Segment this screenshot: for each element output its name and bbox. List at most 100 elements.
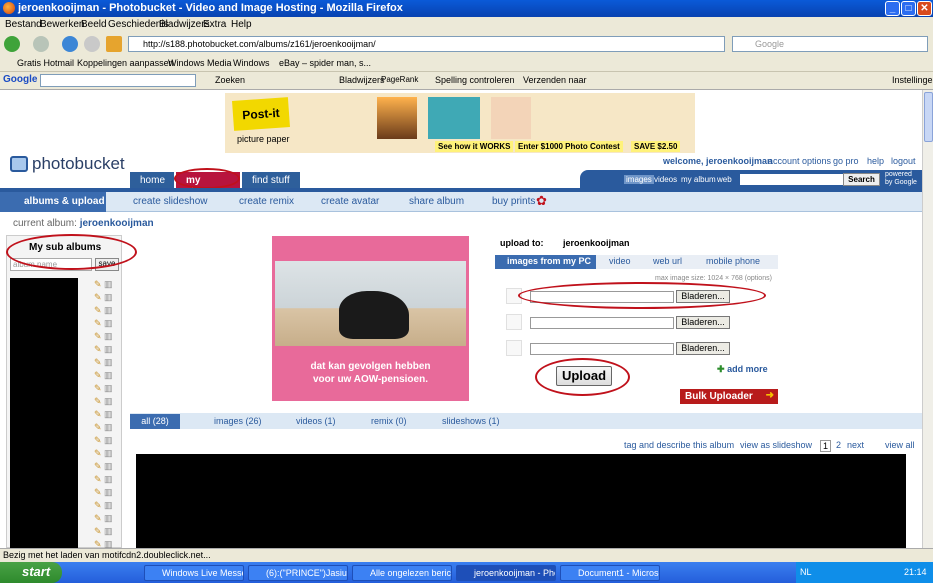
ad-cta-save[interactable]: SAVE $2.50	[631, 141, 681, 152]
verzenden-button[interactable]: Verzenden naar	[523, 75, 587, 85]
bookmark-item[interactable]: Windows	[233, 58, 270, 68]
add-more-link[interactable]: ✚ add more	[717, 364, 768, 375]
spelling-button[interactable]: Spelling controleren	[435, 75, 515, 85]
task-word[interactable]: Document1 - Microsof...	[560, 565, 660, 581]
tab-slideshows[interactable]: slideshows (1)	[442, 416, 500, 426]
edit-pencil-icon[interactable]: ✎	[94, 318, 102, 328]
zoeken-button[interactable]: Zoeken	[215, 75, 245, 85]
bookmark-item[interactable]: Koppelingen aanpassen	[77, 58, 174, 68]
trash-icon[interactable]: ▥	[102, 357, 113, 367]
edit-pencil-icon[interactable]: ✎	[94, 279, 102, 289]
trash-icon[interactable]: ▥	[102, 539, 113, 548]
subnav-create-avatar[interactable]: create avatar	[321, 196, 379, 207]
address-bar[interactable]: http://s188.photobucket.com/albums/z161/…	[128, 36, 725, 52]
tab-remix[interactable]: remix (0)	[371, 416, 407, 426]
tab-videos[interactable]: videos (1)	[296, 416, 336, 426]
menu-bewerken[interactable]: Bewerken	[40, 19, 84, 30]
link-help[interactable]: help	[867, 156, 884, 166]
bulk-uploader-button[interactable]: Bulk Uploader ➜	[680, 389, 778, 404]
scope-videos[interactable]: videos	[654, 175, 677, 184]
bookmark-item[interactable]: Windows Media	[168, 58, 232, 68]
menu-bestand[interactable]: Bestand	[5, 19, 42, 30]
menu-bladwijzers[interactable]: Bladwijzers	[159, 19, 210, 30]
ad-banner[interactable]: Post-it picture paper See how it WORKS E…	[225, 93, 695, 153]
subnav-create-remix[interactable]: create remix	[239, 196, 294, 207]
trash-icon[interactable]: ▥	[102, 474, 113, 484]
forward-icon[interactable]	[33, 36, 49, 52]
next-link[interactable]: next	[847, 440, 864, 450]
trash-icon[interactable]: ▥	[102, 370, 113, 380]
vertical-scrollbar[interactable]	[922, 90, 933, 548]
trash-icon[interactable]: ▥	[102, 292, 113, 302]
trash-icon[interactable]: ▥	[102, 331, 113, 341]
edit-pencil-icon[interactable]: ✎	[94, 526, 102, 536]
tab-mobile-phone[interactable]: mobile phone	[706, 256, 760, 266]
edit-pencil-icon[interactable]: ✎	[94, 474, 102, 484]
task-messenger[interactable]: Windows Live Messen...	[144, 565, 244, 581]
pb-search-input[interactable]	[740, 174, 843, 185]
photobucket-logo[interactable]: photobucket	[10, 152, 130, 176]
trash-icon[interactable]: ▥	[102, 279, 113, 289]
trash-icon[interactable]: ▥	[102, 513, 113, 523]
current-album-name[interactable]: jeroenkooijman	[80, 218, 154, 229]
tab-images-from-pc[interactable]: images from my PC	[495, 255, 596, 269]
edit-pencil-icon[interactable]: ✎	[94, 292, 102, 302]
trash-icon[interactable]: ▥	[102, 305, 113, 315]
trash-icon[interactable]: ▥	[102, 422, 113, 432]
link-account-options[interactable]: account options	[768, 156, 831, 166]
tag-describe-link[interactable]: tag and describe this album	[624, 440, 734, 450]
ad-cta-contest[interactable]: Enter $1000 Photo Contest	[515, 141, 623, 152]
edit-pencil-icon[interactable]: ✎	[94, 409, 102, 419]
tab-all[interactable]: all (28)	[130, 414, 180, 429]
maximize-button[interactable]: □	[901, 1, 916, 16]
task-firefox[interactable]: jeroenkooijman - Pho...	[456, 565, 556, 581]
trash-icon[interactable]: ▥	[102, 461, 113, 471]
file-input-2[interactable]	[530, 317, 674, 329]
instellingen-button[interactable]: Instellingen	[892, 75, 933, 85]
edit-pencil-icon[interactable]: ✎	[94, 396, 102, 406]
subnav-buy-prints[interactable]: buy prints	[492, 196, 535, 207]
task-prince[interactable]: (6):("PRINCE")Jasiu K...	[248, 565, 348, 581]
subnav-albums-upload[interactable]: albums & upload	[24, 196, 105, 207]
search-button[interactable]: Search	[843, 173, 880, 186]
link-go-pro[interactable]: go pro	[833, 156, 859, 166]
ad-cta-works[interactable]: See how it WORKS	[435, 141, 514, 152]
edit-pencil-icon[interactable]: ✎	[94, 461, 102, 471]
trash-icon[interactable]: ▥	[102, 526, 113, 536]
search-box[interactable]: Google	[732, 36, 928, 52]
trash-icon[interactable]: ▥	[102, 409, 113, 419]
edit-pencil-icon[interactable]: ✎	[94, 487, 102, 497]
language-indicator[interactable]: NL	[800, 567, 812, 577]
page-2[interactable]: 2	[836, 440, 841, 450]
scope-images[interactable]: images	[624, 175, 654, 184]
link-logout[interactable]: logout	[891, 156, 916, 166]
trash-icon[interactable]: ▥	[102, 318, 113, 328]
tab-web-url[interactable]: web url	[653, 256, 682, 266]
bookmark-item[interactable]: eBay – spider man, s...	[279, 58, 371, 68]
tab-find-stuff[interactable]: find stuff	[242, 172, 300, 189]
edit-pencil-icon[interactable]: ✎	[94, 500, 102, 510]
subnav-create-slideshow[interactable]: create slideshow	[133, 196, 207, 207]
browse-button-2[interactable]: Bladeren...	[676, 316, 730, 329]
edit-pencil-icon[interactable]: ✎	[94, 513, 102, 523]
bladwijzers-button[interactable]: Bladwijzers	[339, 75, 385, 85]
tab-video[interactable]: video	[609, 256, 631, 266]
trash-icon[interactable]: ▥	[102, 344, 113, 354]
tab-home[interactable]: home	[130, 172, 174, 189]
home-icon[interactable]	[106, 36, 122, 52]
menu-beeld[interactable]: Beeld	[81, 19, 107, 30]
minimize-button[interactable]: _	[885, 1, 900, 16]
edit-pencil-icon[interactable]: ✎	[94, 422, 102, 432]
start-button[interactable]: start	[0, 562, 62, 583]
scope-my-album[interactable]: my album	[681, 175, 716, 184]
bookmark-item[interactable]: Gratis Hotmail	[17, 58, 74, 68]
edit-pencil-icon[interactable]: ✎	[94, 305, 102, 315]
promo-ad[interactable]: dat kan gevolgen hebben voor uw AOW-pens…	[272, 236, 469, 401]
browse-button-3[interactable]: Bladeren...	[676, 342, 730, 355]
scroll-thumb[interactable]	[924, 92, 933, 142]
menu-help[interactable]: Help	[231, 19, 252, 30]
edit-pencil-icon[interactable]: ✎	[94, 344, 102, 354]
back-icon[interactable]	[4, 36, 20, 52]
file-input-3[interactable]	[530, 343, 674, 355]
edit-pencil-icon[interactable]: ✎	[94, 435, 102, 445]
